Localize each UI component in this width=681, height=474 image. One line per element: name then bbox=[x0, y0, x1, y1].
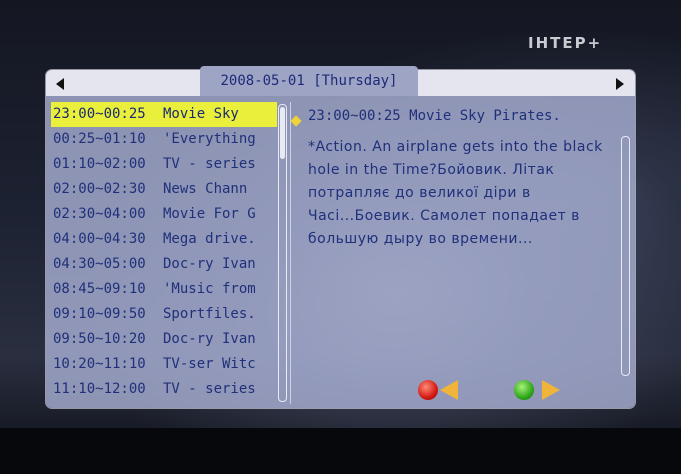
program-title: TV - series bbox=[163, 381, 256, 397]
program-title: 'Music from bbox=[163, 281, 256, 297]
program-title: News Chann bbox=[163, 181, 248, 197]
green-button-icon[interactable] bbox=[514, 380, 534, 400]
program-time: 01:10~02:00 bbox=[53, 156, 146, 172]
program-row[interactable]: 01:10~02:00 TV - series bbox=[51, 152, 277, 177]
program-time: 02:30~04:00 bbox=[53, 206, 146, 222]
program-title: Movie Sky bbox=[163, 106, 239, 122]
program-title: TV-ser Witc bbox=[163, 356, 256, 372]
program-list-scrollbar[interactable] bbox=[278, 104, 287, 402]
program-time: 00:25~01:10 bbox=[53, 131, 146, 147]
program-time: 10:20~11:10 bbox=[53, 356, 146, 372]
program-row[interactable]: 02:00~02:30 News Chann bbox=[51, 177, 277, 202]
selection-marker-icon bbox=[290, 115, 302, 127]
program-row[interactable]: 02:30~04:00 Movie For G bbox=[51, 202, 277, 227]
program-title: Doc-ry Ivan bbox=[163, 331, 256, 347]
program-time: 09:10~09:50 bbox=[53, 306, 146, 322]
prev-day-arrow-icon[interactable] bbox=[56, 78, 64, 90]
program-title: Sportfiles. bbox=[163, 306, 256, 322]
program-time: 02:00~02:30 bbox=[53, 181, 146, 197]
program-title: Mega drive. bbox=[163, 231, 256, 247]
program-row[interactable]: 10:20~11:10 TV-ser Witc bbox=[51, 352, 277, 377]
program-list: 23:00~00:25 Movie Sky 00:25~01:10 'Everythi… bbox=[51, 102, 277, 402]
epg-panel: 2008-05-01 [Thursday] 23:00~00:25 Movie S… bbox=[46, 66, 635, 408]
program-time: 23:00~00:25 bbox=[53, 106, 146, 122]
program-row[interactable]: 04:00~04:30 Mega drive. bbox=[51, 227, 277, 252]
program-row[interactable]: 00:25~01:10 'Everything bbox=[51, 127, 277, 152]
detail-description: *Action. An airplane gets into the black… bbox=[308, 139, 603, 247]
panel-divider bbox=[290, 102, 291, 404]
program-title: Movie For G bbox=[163, 206, 256, 222]
date-label: 2008-05-01 [Thursday] bbox=[200, 66, 418, 96]
program-title: TV - series bbox=[163, 156, 256, 172]
program-title: Doc-ry Ivan bbox=[163, 256, 256, 272]
prev-page-arrow-icon[interactable] bbox=[440, 380, 458, 400]
program-row[interactable]: 11:10~12:00 TV - series bbox=[51, 377, 277, 402]
program-title: 'Everything bbox=[163, 131, 256, 147]
program-time: 08:45~09:10 bbox=[53, 281, 146, 297]
detail-heading: 23:00~00:25 Movie Sky Pirates. bbox=[308, 108, 561, 124]
program-time: 04:30~05:00 bbox=[53, 256, 146, 272]
program-row[interactable]: 04:30~05:00 Doc-ry Ivan bbox=[51, 252, 277, 277]
program-row[interactable]: 08:45~09:10 'Music from bbox=[51, 277, 277, 302]
letterbox-band bbox=[0, 428, 681, 474]
date-bar: 2008-05-01 [Thursday] bbox=[46, 66, 635, 96]
next-day-arrow-icon[interactable] bbox=[616, 78, 624, 90]
red-button-icon[interactable] bbox=[418, 380, 438, 400]
channel-logo: ІНТЕР+ bbox=[528, 34, 603, 52]
program-row[interactable]: 09:10~09:50 Sportfiles. bbox=[51, 302, 277, 327]
detail-scrollbar[interactable] bbox=[621, 136, 630, 376]
program-list-scroll-thumb[interactable] bbox=[280, 107, 285, 159]
program-row[interactable]: 09:50~10:20 Doc-ry Ivan bbox=[51, 327, 277, 352]
program-time: 11:10~12:00 bbox=[53, 381, 146, 397]
program-time: 04:00~04:30 bbox=[53, 231, 146, 247]
next-page-arrow-icon[interactable] bbox=[542, 380, 560, 400]
program-time: 09:50~10:20 bbox=[53, 331, 146, 347]
program-row[interactable]: 23:00~00:25 Movie Sky bbox=[51, 102, 277, 127]
